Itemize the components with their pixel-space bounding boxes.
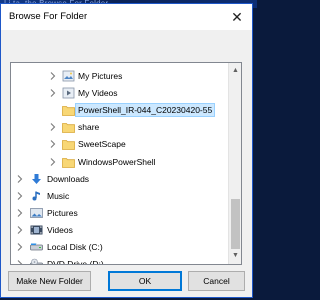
tree-item-label: DVD Drive (D:) (47, 259, 104, 265)
videos-icon (30, 224, 43, 236)
chevron-right-icon[interactable] (49, 157, 57, 167)
chevron-right-icon[interactable] (49, 139, 57, 149)
ok-button[interactable]: OK (108, 271, 182, 291)
scroll-thumb[interactable] (231, 199, 240, 249)
dialog-title: Browse For Folder (9, 11, 88, 22)
folder-tree[interactable]: DVD DVD Drive (D:) Local Disk (C:) Videos Pi… (10, 62, 242, 265)
local-disk-icon (30, 241, 43, 253)
chevron-right-icon[interactable] (49, 71, 57, 81)
chevron-right-icon[interactable] (49, 88, 57, 98)
folder-icon (62, 156, 75, 168)
chevron-right-icon[interactable] (16, 242, 24, 252)
make-new-folder-button[interactable]: Make New Folder (8, 271, 91, 291)
tree-item-label: SweetScape (78, 139, 126, 150)
pictures-folder-icon (62, 70, 75, 82)
folder-icon (62, 121, 75, 134)
tree-item-label: My Pictures (78, 71, 123, 81)
tree-item-my-videos[interactable]: My Videos (11, 85, 226, 102)
title-bar: Browse For Folder ✕ (1, 4, 252, 30)
folder-icon (62, 138, 75, 151)
tree-item-label: Local Disk (C:) (47, 242, 103, 252)
tree-item-label: Pictures (47, 207, 78, 218)
cancel-button[interactable]: Cancel (188, 271, 245, 291)
tree-item-powershell-ir-044-c20230420-55[interactable]: PowerShell_IR-044_C20230420-55 (11, 102, 226, 119)
tree-item-music[interactable]: Music (11, 188, 226, 205)
tree-item-pictures[interactable]: Pictures (11, 205, 226, 222)
chevron-right-icon[interactable] (16, 225, 24, 235)
downloads-icon (30, 173, 43, 185)
close-icon[interactable]: ✕ (228, 8, 246, 26)
chevron-right-icon[interactable] (49, 122, 57, 132)
svg-text:DVD: DVD (38, 264, 43, 265)
folder-icon (62, 104, 75, 117)
music-icon (30, 190, 43, 202)
videos-folder-icon (62, 87, 75, 99)
tree-item-windowspowershell[interactable]: WindowsPowerShell (11, 154, 226, 171)
chevron-right-icon[interactable] (16, 191, 24, 201)
tree-item-share[interactable]: share (11, 119, 226, 136)
pictures-icon (30, 207, 43, 219)
tree-item-local-disk-c[interactable]: Local Disk (C:) (11, 239, 226, 256)
tree-item-label: Videos (47, 224, 73, 235)
tree-item-my-pictures[interactable]: My Pictures (11, 68, 226, 85)
tree-item-videos[interactable]: Videos (11, 222, 226, 239)
chevron-right-icon[interactable] (16, 208, 24, 218)
tree-item-label: share (78, 122, 100, 133)
tree-item-label: WindowsPowerShell (78, 156, 156, 167)
scroll-up-arrow-icon[interactable]: ▲ (229, 65, 241, 77)
chevron-right-icon[interactable] (16, 259, 24, 264)
tree-item-label: PowerShell_IR-044_C20230420-55 (74, 103, 216, 118)
vertical-scrollbar[interactable]: ▲ ▼ (228, 63, 241, 264)
tree-item-sweetscape[interactable]: SweetScape (11, 136, 226, 153)
chevron-right-icon[interactable] (16, 174, 24, 184)
tree-item-label: Downloads (47, 173, 90, 184)
scroll-down-arrow-icon[interactable]: ▼ (229, 250, 241, 262)
tree-item-dvd-drive-d[interactable]: DVD DVD Drive (D:) (11, 256, 226, 265)
browse-for-folder-dialog: Browse For Folder ✕ DVD DVD Drive (D:) Loc… (0, 3, 253, 298)
dvd-drive-icon: DVD (30, 258, 43, 265)
tree-item-label: My Videos (78, 88, 118, 99)
tree-item-downloads[interactable]: Downloads (11, 171, 226, 188)
tree-item-label: Music (47, 190, 70, 201)
